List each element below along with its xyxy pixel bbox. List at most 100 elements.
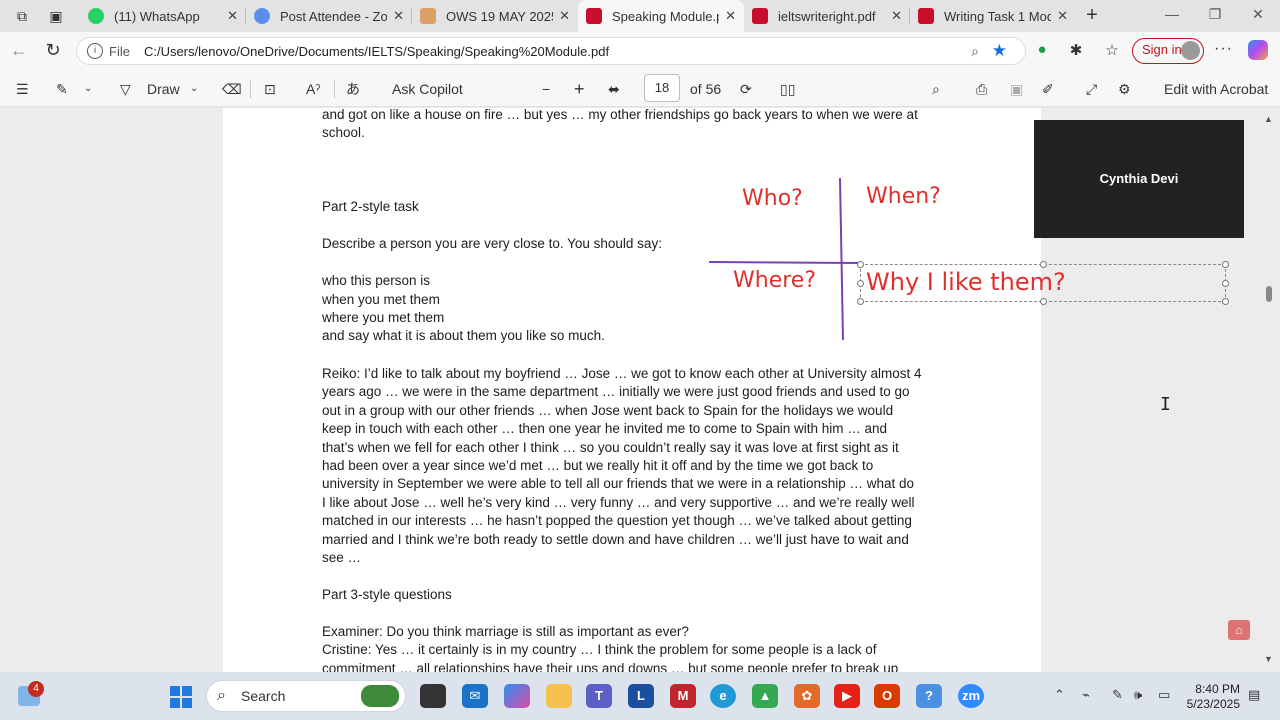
clock[interactable]: 8:40 PM 5/23/2025 <box>1186 682 1240 712</box>
tab-ieltswriteright[interactable]: ieltswriteright.pdf ✕ <box>744 0 910 32</box>
edge-icon[interactable]: e <box>710 684 736 708</box>
youtube-icon[interactable]: ▶ <box>834 684 860 708</box>
mail-icon[interactable]: ✉ <box>462 684 488 708</box>
fit-page-icon[interactable]: ⬌ <box>608 79 620 99</box>
workspaces-icon[interactable]: ⧉ <box>12 6 32 26</box>
pen-icon[interactable]: ✎ <box>1112 687 1123 703</box>
translate-icon[interactable]: あ <box>346 79 360 99</box>
favorites-icon[interactable]: ☆ <box>1102 41 1122 59</box>
gear-icon[interactable]: ⚙ <box>1118 79 1131 99</box>
extensions-icon[interactable]: ✱ <box>1066 41 1086 59</box>
volume-icon[interactable]: 🕪 <box>1134 687 1142 703</box>
annotation-when[interactable]: When? <box>866 184 941 209</box>
back-button[interactable]: ← <box>8 40 30 61</box>
highlight-icon[interactable]: ✎ <box>56 79 68 99</box>
annotation-selection-box[interactable] <box>857 261 1229 305</box>
resize-handle[interactable] <box>1222 280 1229 287</box>
mcafee-icon[interactable]: M <box>670 684 696 708</box>
search-label: Search <box>241 688 286 704</box>
start-icon[interactable] <box>170 686 192 708</box>
video-tile[interactable]: Cynthia Devi <box>1034 120 1244 238</box>
fullscreen-icon[interactable]: ⤢ <box>1086 79 1097 99</box>
close-icon[interactable]: ✕ <box>559 8 570 24</box>
office-icon[interactable]: O <box>874 684 900 708</box>
chevron-down-icon[interactable]: ⌄ <box>190 79 198 99</box>
address-bar[interactable]: i File C:/Users/lenovo/OneDrive/Document… <box>76 37 1026 65</box>
file-explorer-icon[interactable] <box>546 684 572 708</box>
eraser-icon[interactable]: ⌫ <box>222 79 242 99</box>
resize-handle[interactable] <box>857 280 864 287</box>
app-icon[interactable]: ✿ <box>794 684 820 708</box>
turtle-icon <box>361 685 399 707</box>
network-icon[interactable]: ⌁ <box>1082 687 1090 703</box>
teams-icon[interactable]: T <box>586 684 612 708</box>
copilot-app-icon[interactable] <box>504 684 530 708</box>
acrobat-icon[interactable]: ⌂ <box>1228 620 1250 640</box>
help-icon[interactable]: ? <box>916 684 942 708</box>
scroll-up-icon[interactable]: ▲ <box>1264 114 1273 124</box>
contents-icon[interactable]: ☰ <box>16 79 29 99</box>
task-view-icon[interactable] <box>420 684 446 708</box>
pdf-viewer[interactable]: and got on like a house on fire … but ye… <box>0 108 1280 672</box>
resize-handle[interactable] <box>1222 298 1229 305</box>
chevron-down-icon[interactable]: ⌄ <box>84 79 92 99</box>
info-icon[interactable]: i <box>87 43 103 59</box>
zoom-out-button[interactable]: − <box>542 79 550 99</box>
close-icon[interactable]: ✕ <box>891 8 902 24</box>
tab-writing-task[interactable]: Writing Task 1 Module ✕ <box>910 0 1076 32</box>
draw-icon[interactable]: ▽ <box>120 79 131 99</box>
tab-zoom[interactable]: Post Attendee - Zoom ✕ <box>246 0 412 32</box>
print-icon[interactable]: ⎙ <box>976 79 987 99</box>
edit-with-acrobat-button[interactable]: Edit with Acrobat <box>1164 79 1268 99</box>
rotate-icon[interactable]: ⟳ <box>740 79 752 99</box>
chevron-up-icon[interactable]: ⌃ <box>1054 687 1065 703</box>
read-aloud-icon[interactable]: Aˀ <box>306 79 320 99</box>
learning-icon[interactable]: L <box>628 684 654 708</box>
resize-handle[interactable] <box>1222 261 1229 268</box>
zoom-in-button[interactable]: + <box>574 79 585 99</box>
resize-handle[interactable] <box>857 261 864 268</box>
new-tab-button[interactable]: + <box>1080 4 1104 27</box>
tab-label: (11) WhatsApp <box>114 8 200 24</box>
copilot-icon[interactable] <box>1248 40 1268 60</box>
refresh-button[interactable]: ↻ <box>42 40 64 61</box>
window-close-button[interactable]: ✕ <box>1248 6 1268 23</box>
resize-handle[interactable] <box>1040 298 1047 305</box>
tab-actions-icon[interactable]: ▣ <box>46 6 66 26</box>
save-icon[interactable]: ▣ <box>1010 79 1023 99</box>
page-view-icon[interactable]: ▯▯ <box>780 79 795 99</box>
ask-copilot-button[interactable]: Ask Copilot <box>392 79 463 99</box>
close-icon[interactable]: ✕ <box>393 8 404 24</box>
close-icon[interactable]: ✕ <box>1057 8 1068 24</box>
zoom-icon[interactable]: ⌕ <box>971 43 979 60</box>
minimize-button[interactable]: — <box>1162 6 1182 22</box>
annotation-where[interactable]: Where? <box>733 268 816 293</box>
taskbar-search[interactable]: ⌕ Search <box>206 680 406 712</box>
tab-whatsapp[interactable]: (11) WhatsApp ✕ <box>80 0 246 32</box>
resize-handle[interactable] <box>1040 261 1047 268</box>
scroll-down-icon[interactable]: ▼ <box>1264 654 1273 664</box>
grammarly-icon[interactable]: ● <box>1032 41 1052 58</box>
battery-icon[interactable]: ▭ <box>1158 687 1170 703</box>
save-as-icon[interactable]: ✐ <box>1042 79 1054 99</box>
close-icon[interactable]: ✕ <box>227 8 238 24</box>
url-text[interactable]: C:/Users/lenovo/OneDrive/Documents/IELTS… <box>144 44 609 59</box>
tab-speaking-module[interactable]: Speaking Module.pdf ✕ <box>578 0 744 32</box>
search-icon[interactable]: ⌕ <box>932 79 940 99</box>
sign-in-button[interactable]: Sign in <box>1132 38 1204 64</box>
settings-menu-icon[interactable]: ··· <box>1214 40 1233 58</box>
tab-ows[interactable]: OWS 19 MAY 2025 ✕ <box>412 0 578 32</box>
annotation-who[interactable]: Who? <box>742 186 803 211</box>
zoom-app-icon[interactable]: zm <box>958 684 984 708</box>
google-drive-icon[interactable]: ▲ <box>752 684 778 708</box>
scroll-thumb[interactable] <box>1266 286 1272 302</box>
resize-handle[interactable] <box>857 298 864 305</box>
restore-button[interactable]: ❐ <box>1205 6 1225 23</box>
close-icon[interactable]: ✕ <box>725 8 736 24</box>
vertical-scrollbar[interactable]: ▲ ▼ <box>1262 108 1276 672</box>
text-box-icon[interactable]: ⊡ <box>264 79 276 99</box>
draw-label[interactable]: Draw <box>147 79 180 99</box>
favorite-star-icon[interactable]: ★ <box>992 41 1007 61</box>
notifications-icon[interactable]: ▤ <box>1248 687 1260 703</box>
page-number-input[interactable]: 18 <box>644 74 680 102</box>
